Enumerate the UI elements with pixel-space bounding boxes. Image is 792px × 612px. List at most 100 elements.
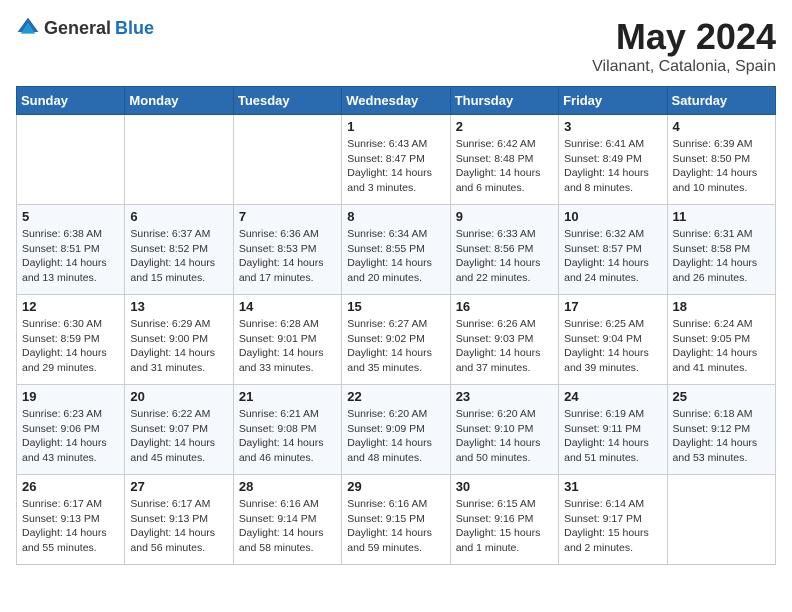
day-number: 20 (130, 389, 227, 404)
day-number: 21 (239, 389, 336, 404)
day-number: 16 (456, 299, 553, 314)
calendar-cell: 4 Sunrise: 6:39 AMSunset: 8:50 PMDaylight… (667, 115, 775, 205)
cell-info: Sunrise: 6:32 AMSunset: 8:57 PMDaylight:… (564, 227, 661, 286)
day-number: 23 (456, 389, 553, 404)
cell-info: Sunrise: 6:39 AMSunset: 8:50 PMDaylight:… (673, 137, 770, 196)
week-row-4: 19 Sunrise: 6:23 AMSunset: 9:06 PMDayligh… (17, 385, 776, 475)
header-day-thursday: Thursday (450, 87, 558, 115)
calendar-cell (233, 115, 341, 205)
title-area: May 2024 Vilanant, Catalonia, Spain (592, 16, 776, 76)
cell-info: Sunrise: 6:26 AMSunset: 9:03 PMDaylight:… (456, 317, 553, 376)
day-number: 9 (456, 209, 553, 224)
calendar-cell: 13 Sunrise: 6:29 AMSunset: 9:00 PMDayligh… (125, 295, 233, 385)
cell-info: Sunrise: 6:29 AMSunset: 9:00 PMDaylight:… (130, 317, 227, 376)
header-day-tuesday: Tuesday (233, 87, 341, 115)
day-number: 30 (456, 479, 553, 494)
cell-info: Sunrise: 6:17 AMSunset: 9:13 PMDaylight:… (22, 497, 119, 556)
page-header: GeneralBlue May 2024 Vilanant, Catalonia… (16, 16, 776, 76)
day-number: 19 (22, 389, 119, 404)
day-number: 29 (347, 479, 444, 494)
day-number: 27 (130, 479, 227, 494)
cell-info: Sunrise: 6:27 AMSunset: 9:02 PMDaylight:… (347, 317, 444, 376)
day-number: 13 (130, 299, 227, 314)
cell-info: Sunrise: 6:23 AMSunset: 9:06 PMDaylight:… (22, 407, 119, 466)
calendar-cell: 7 Sunrise: 6:36 AMSunset: 8:53 PMDaylight… (233, 205, 341, 295)
day-number: 5 (22, 209, 119, 224)
cell-info: Sunrise: 6:42 AMSunset: 8:48 PMDaylight:… (456, 137, 553, 196)
cell-info: Sunrise: 6:20 AMSunset: 9:09 PMDaylight:… (347, 407, 444, 466)
calendar-cell: 1 Sunrise: 6:43 AMSunset: 8:47 PMDaylight… (342, 115, 450, 205)
calendar-cell: 27 Sunrise: 6:17 AMSunset: 9:13 PMDayligh… (125, 475, 233, 565)
cell-info: Sunrise: 6:24 AMSunset: 9:05 PMDaylight:… (673, 317, 770, 376)
logo: GeneralBlue (16, 16, 154, 40)
calendar-cell: 15 Sunrise: 6:27 AMSunset: 9:02 PMDayligh… (342, 295, 450, 385)
logo-blue-text: Blue (115, 18, 154, 39)
cell-info: Sunrise: 6:33 AMSunset: 8:56 PMDaylight:… (456, 227, 553, 286)
calendar-cell: 17 Sunrise: 6:25 AMSunset: 9:04 PMDayligh… (559, 295, 667, 385)
cell-info: Sunrise: 6:34 AMSunset: 8:55 PMDaylight:… (347, 227, 444, 286)
day-number: 14 (239, 299, 336, 314)
logo-icon (16, 16, 40, 40)
header-day-sunday: Sunday (17, 87, 125, 115)
calendar-cell: 16 Sunrise: 6:26 AMSunset: 9:03 PMDayligh… (450, 295, 558, 385)
calendar-cell: 20 Sunrise: 6:22 AMSunset: 9:07 PMDayligh… (125, 385, 233, 475)
month-year-title: May 2024 (592, 16, 776, 58)
calendar-cell: 12 Sunrise: 6:30 AMSunset: 8:59 PMDayligh… (17, 295, 125, 385)
calendar-cell: 30 Sunrise: 6:15 AMSunset: 9:16 PMDayligh… (450, 475, 558, 565)
day-number: 17 (564, 299, 661, 314)
calendar-cell: 23Sunrise: 6:20 AMSunset: 9:10 PMDayligh… (450, 385, 558, 475)
day-number: 7 (239, 209, 336, 224)
cell-info: Sunrise: 6:22 AMSunset: 9:07 PMDaylight:… (130, 407, 227, 466)
cell-info: Sunrise: 6:37 AMSunset: 8:52 PMDaylight:… (130, 227, 227, 286)
cell-info: Sunrise: 6:43 AMSunset: 8:47 PMDaylight:… (347, 137, 444, 196)
calendar-cell: 26Sunrise: 6:17 AMSunset: 9:13 PMDayligh… (17, 475, 125, 565)
cell-info: Sunrise: 6:18 AMSunset: 9:12 PMDaylight:… (673, 407, 770, 466)
calendar-cell: 28 Sunrise: 6:16 AMSunset: 9:14 PMDayligh… (233, 475, 341, 565)
day-number: 15 (347, 299, 444, 314)
day-number: 11 (673, 209, 770, 224)
day-number: 12 (22, 299, 119, 314)
day-number: 8 (347, 209, 444, 224)
logo-general-text: General (44, 18, 111, 39)
week-row-2: 5 Sunrise: 6:38 AMSunset: 8:51 PMDaylight… (17, 205, 776, 295)
calendar-cell: 19 Sunrise: 6:23 AMSunset: 9:06 PMDayligh… (17, 385, 125, 475)
header-row: SundayMondayTuesdayWednesdayThursdayFrid… (17, 87, 776, 115)
location-subtitle: Vilanant, Catalonia, Spain (592, 58, 776, 76)
calendar-cell: 8 Sunrise: 6:34 AMSunset: 8:55 PMDaylight… (342, 205, 450, 295)
week-row-3: 12 Sunrise: 6:30 AMSunset: 8:59 PMDayligh… (17, 295, 776, 385)
calendar-cell: 14 Sunrise: 6:28 AMSunset: 9:01 PMDayligh… (233, 295, 341, 385)
day-number: 4 (673, 119, 770, 134)
calendar-cell (667, 475, 775, 565)
calendar-cell: 18 Sunrise: 6:24 AMSunset: 9:05 PMDayligh… (667, 295, 775, 385)
header-day-wednesday: Wednesday (342, 87, 450, 115)
calendar-cell: 5 Sunrise: 6:38 AMSunset: 8:51 PMDaylight… (17, 205, 125, 295)
calendar-cell: 25Sunrise: 6:18 AMSunset: 9:12 PMDayligh… (667, 385, 775, 475)
cell-info: Sunrise: 6:17 AMSunset: 9:13 PMDaylight:… (130, 497, 227, 556)
calendar-cell (17, 115, 125, 205)
cell-info: Sunrise: 6:15 AMSunset: 9:16 PMDaylight:… (456, 497, 553, 556)
cell-info: Sunrise: 6:30 AMSunset: 8:59 PMDaylight:… (22, 317, 119, 376)
cell-info: Sunrise: 6:28 AMSunset: 9:01 PMDaylight:… (239, 317, 336, 376)
day-number: 28 (239, 479, 336, 494)
cell-info: Sunrise: 6:38 AMSunset: 8:51 PMDaylight:… (22, 227, 119, 286)
day-number: 31 (564, 479, 661, 494)
cell-info: Sunrise: 6:25 AMSunset: 9:04 PMDaylight:… (564, 317, 661, 376)
cell-info: Sunrise: 6:16 AMSunset: 9:15 PMDaylight:… (347, 497, 444, 556)
day-number: 24 (564, 389, 661, 404)
calendar-cell: 29 Sunrise: 6:16 AMSunset: 9:15 PMDayligh… (342, 475, 450, 565)
calendar-cell: 3Sunrise: 6:41 AMSunset: 8:49 PMDaylight… (559, 115, 667, 205)
week-row-5: 26Sunrise: 6:17 AMSunset: 9:13 PMDayligh… (17, 475, 776, 565)
calendar-cell (125, 115, 233, 205)
day-number: 22 (347, 389, 444, 404)
cell-info: Sunrise: 6:36 AMSunset: 8:53 PMDaylight:… (239, 227, 336, 286)
day-number: 1 (347, 119, 444, 134)
day-number: 10 (564, 209, 661, 224)
day-number: 18 (673, 299, 770, 314)
cell-info: Sunrise: 6:31 AMSunset: 8:58 PMDaylight:… (673, 227, 770, 286)
calendar-cell: 21Sunrise: 6:21 AMSunset: 9:08 PMDayligh… (233, 385, 341, 475)
calendar-cell: 31Sunrise: 6:14 AMSunset: 9:17 PMDayligh… (559, 475, 667, 565)
cell-info: Sunrise: 6:19 AMSunset: 9:11 PMDaylight:… (564, 407, 661, 466)
header-day-monday: Monday (125, 87, 233, 115)
cell-info: Sunrise: 6:16 AMSunset: 9:14 PMDaylight:… (239, 497, 336, 556)
cell-info: Sunrise: 6:41 AMSunset: 8:49 PMDaylight:… (564, 137, 661, 196)
